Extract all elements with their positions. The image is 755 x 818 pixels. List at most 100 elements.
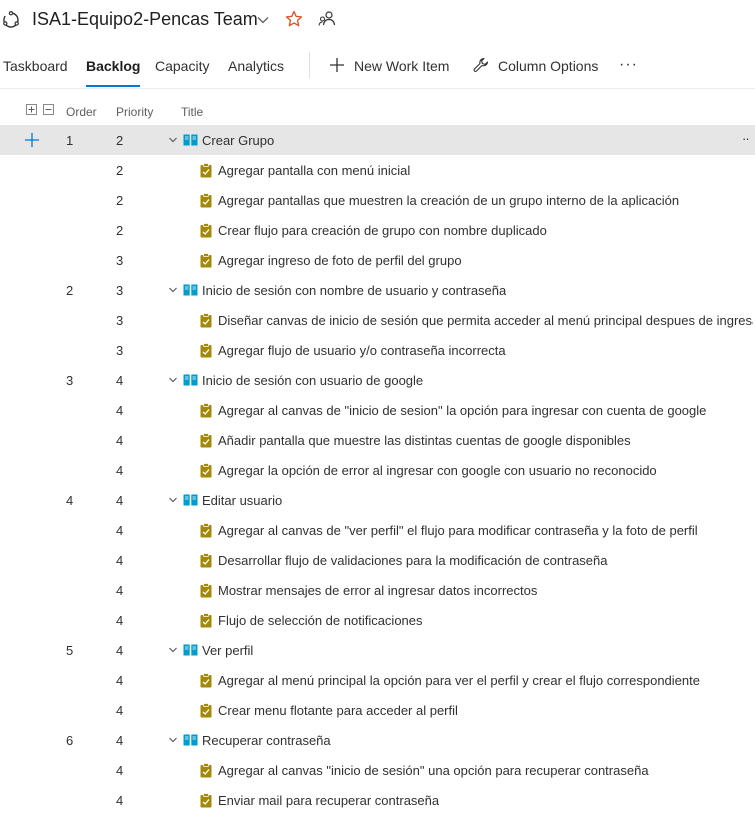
backlog-row-task[interactable]: 2 Agregar pantallas que muestren la creac… [0, 185, 755, 215]
backlog-row-task[interactable]: 3 Agregar ingreso de foto de perfil del g… [0, 245, 755, 275]
backlog-row-task[interactable]: 4 Flujo de selección de notificaciones [0, 605, 755, 635]
backlog-row-task[interactable]: 4 Crear menu flotante para acceder al per… [0, 695, 755, 725]
chevron-down-icon[interactable] [168, 285, 178, 295]
tab-analytics[interactable]: Analytics [228, 58, 284, 74]
task-title[interactable]: Agregar al canvas de "ver perfil" el flu… [218, 523, 698, 538]
row-priority: 4 [116, 643, 124, 658]
task-title[interactable]: Agregar pantallas que muestren la creaci… [218, 193, 679, 208]
story-title[interactable]: Recuperar contraseña [202, 733, 331, 748]
task-clipboard-icon [200, 253, 212, 268]
backlog-row-task[interactable]: 2 Agregar pantalla con menú inicial [0, 155, 755, 185]
story-title[interactable]: Inicio de sesión con usuario de google [202, 373, 423, 388]
column-header-title[interactable]: Title [181, 105, 203, 119]
plus-icon [330, 58, 344, 72]
backlog-row-task[interactable]: 2 Crear flujo para creación de grupo con … [0, 215, 755, 245]
row-priority: 4 [116, 703, 124, 718]
column-header-priority[interactable]: Priority [116, 105, 153, 119]
chevron-down-icon[interactable] [168, 645, 178, 655]
task-title[interactable]: Mostrar mensajes de error al ingresar da… [218, 583, 537, 598]
row-priority: 4 [116, 523, 124, 538]
task-clipboard-icon [200, 313, 212, 328]
chevron-down-icon[interactable] [168, 375, 178, 385]
task-clipboard-icon [200, 763, 212, 778]
backlog-row-task[interactable]: 4 Agregar la opción de error al ingresar … [0, 455, 755, 485]
backlog-row-task[interactable]: 3 Agregar flujo de usuario y/o contraseña… [0, 335, 755, 365]
task-title[interactable]: Agregar la opción de error al ingresar c… [218, 463, 657, 478]
backlog-row-story[interactable]: 6 4 Recuperar contraseña [0, 725, 755, 755]
row-order: 4 [66, 493, 74, 508]
task-title[interactable]: Crear flujo para creación de grupo con n… [218, 223, 547, 238]
backlog-row-task[interactable]: 4 Mostrar mensajes de error al ingresar d… [0, 575, 755, 605]
backlog-row-task[interactable]: 3 Diseñar canvas de inicio de sesión que … [0, 305, 755, 335]
new-work-item-label: New Work Item [354, 58, 450, 74]
row-priority: 4 [116, 553, 124, 568]
expand-all-icon[interactable] [26, 104, 37, 115]
story-title[interactable]: Ver perfil [202, 643, 253, 658]
backlog-row-task[interactable]: 4 Enviar mail para recuperar contraseña [0, 785, 755, 815]
task-title[interactable]: Agregar flujo de usuario y/o contraseña … [218, 343, 506, 358]
column-options-label: Column Options [498, 58, 599, 74]
add-child-icon[interactable] [24, 132, 40, 148]
task-title[interactable]: Enviar mail para recuperar contraseña [218, 793, 439, 808]
backlog-row-story[interactable]: 1 2 Crear Grupo ·· [0, 125, 755, 155]
chevron-down-icon[interactable] [168, 135, 178, 145]
team-members-icon[interactable] [318, 10, 336, 28]
task-title[interactable]: Agregar pantalla con menú inicial [218, 163, 410, 178]
backlog-row-story[interactable]: 2 3 Inicio de sesión con nombre de usuario… [0, 275, 755, 305]
user-story-icon [183, 284, 198, 296]
task-title[interactable]: Agregar al menú principal la opción para… [218, 673, 700, 688]
page-header: ISA1-Equipo2-Pencas Team [0, 0, 755, 42]
backlog-row-task[interactable]: 4 Añadir pantalla que muestre las distint… [0, 425, 755, 455]
backlog-row-story[interactable]: 4 4 Editar usuario [0, 485, 755, 515]
backlog-row-task[interactable]: 4 Agregar al menú principal la opción par… [0, 665, 755, 695]
row-priority: 4 [116, 493, 124, 508]
favorite-star-icon[interactable] [285, 10, 303, 28]
row-priority: 4 [116, 673, 124, 688]
chevron-down-icon[interactable] [256, 13, 270, 27]
story-title[interactable]: Inicio de sesión con nombre de usuario y… [202, 283, 506, 298]
row-priority: 2 [116, 133, 124, 148]
task-clipboard-icon [200, 703, 212, 718]
chevron-down-icon[interactable] [168, 495, 178, 505]
user-story-icon [183, 374, 198, 386]
row-priority: 4 [116, 463, 124, 478]
tab-capacity[interactable]: Capacity [155, 58, 209, 74]
backlog-row-task[interactable]: 4 Desarrollar flujo de validaciones para … [0, 545, 755, 575]
task-clipboard-icon [200, 673, 212, 688]
backlog-row-task[interactable]: 4 Agregar al canvas "inicio de sesión" un… [0, 755, 755, 785]
task-title[interactable]: Agregar al canvas de "inicio de sesion" … [218, 403, 706, 418]
story-title[interactable]: Crear Grupo [202, 133, 274, 148]
user-story-icon [183, 734, 198, 746]
task-title[interactable]: Diseñar canvas de inicio de sesión que p… [218, 313, 753, 328]
backlog-row-story[interactable]: 3 4 Inicio de sesión con usuario de google [0, 365, 755, 395]
task-clipboard-icon [200, 343, 212, 358]
chevron-down-icon[interactable] [168, 735, 178, 745]
backlog-row-task[interactable]: 4 Agregar al canvas de "inicio de sesion"… [0, 395, 755, 425]
column-header-order[interactable]: Order [66, 105, 97, 119]
task-title[interactable]: Flujo de selección de notificaciones [218, 613, 423, 628]
collapse-all-icon[interactable] [43, 104, 54, 115]
team-icon [3, 11, 19, 28]
row-priority: 3 [116, 313, 124, 328]
backlog-row-story[interactable]: 5 4 Ver perfil [0, 635, 755, 665]
backlog-row-task[interactable]: 4 Agregar al canvas de "ver perfil" el fl… [0, 515, 755, 545]
task-title[interactable]: Agregar al canvas "inicio de sesión" una… [218, 763, 649, 778]
row-priority: 4 [116, 373, 124, 388]
column-options-button[interactable]: Column Options [473, 56, 603, 78]
story-title[interactable]: Editar usuario [202, 493, 282, 508]
new-work-item-button[interactable]: New Work Item [329, 56, 454, 78]
backlog-toolbar: Taskboard Backlog Capacity Analytics New… [0, 44, 755, 89]
task-title[interactable]: Crear menu flotante para acceder al perf… [218, 703, 458, 718]
row-priority: 2 [116, 223, 124, 238]
user-story-icon [183, 494, 198, 506]
task-clipboard-icon [200, 583, 212, 598]
tab-taskboard[interactable]: Taskboard [3, 58, 68, 74]
row-more-actions-icon[interactable]: ·· [742, 131, 750, 146]
task-title[interactable]: Agregar ingreso de foto de perfil del gr… [218, 253, 462, 268]
row-order: 2 [66, 283, 74, 298]
task-title[interactable]: Desarrollar flujo de validaciones para l… [218, 553, 608, 568]
tab-backlog[interactable]: Backlog [86, 58, 141, 87]
task-title[interactable]: Añadir pantalla que muestre las distinta… [218, 433, 631, 448]
team-title[interactable]: ISA1-Equipo2-Pencas Team [32, 9, 258, 30]
more-actions-icon[interactable]: ··· [619, 56, 639, 76]
